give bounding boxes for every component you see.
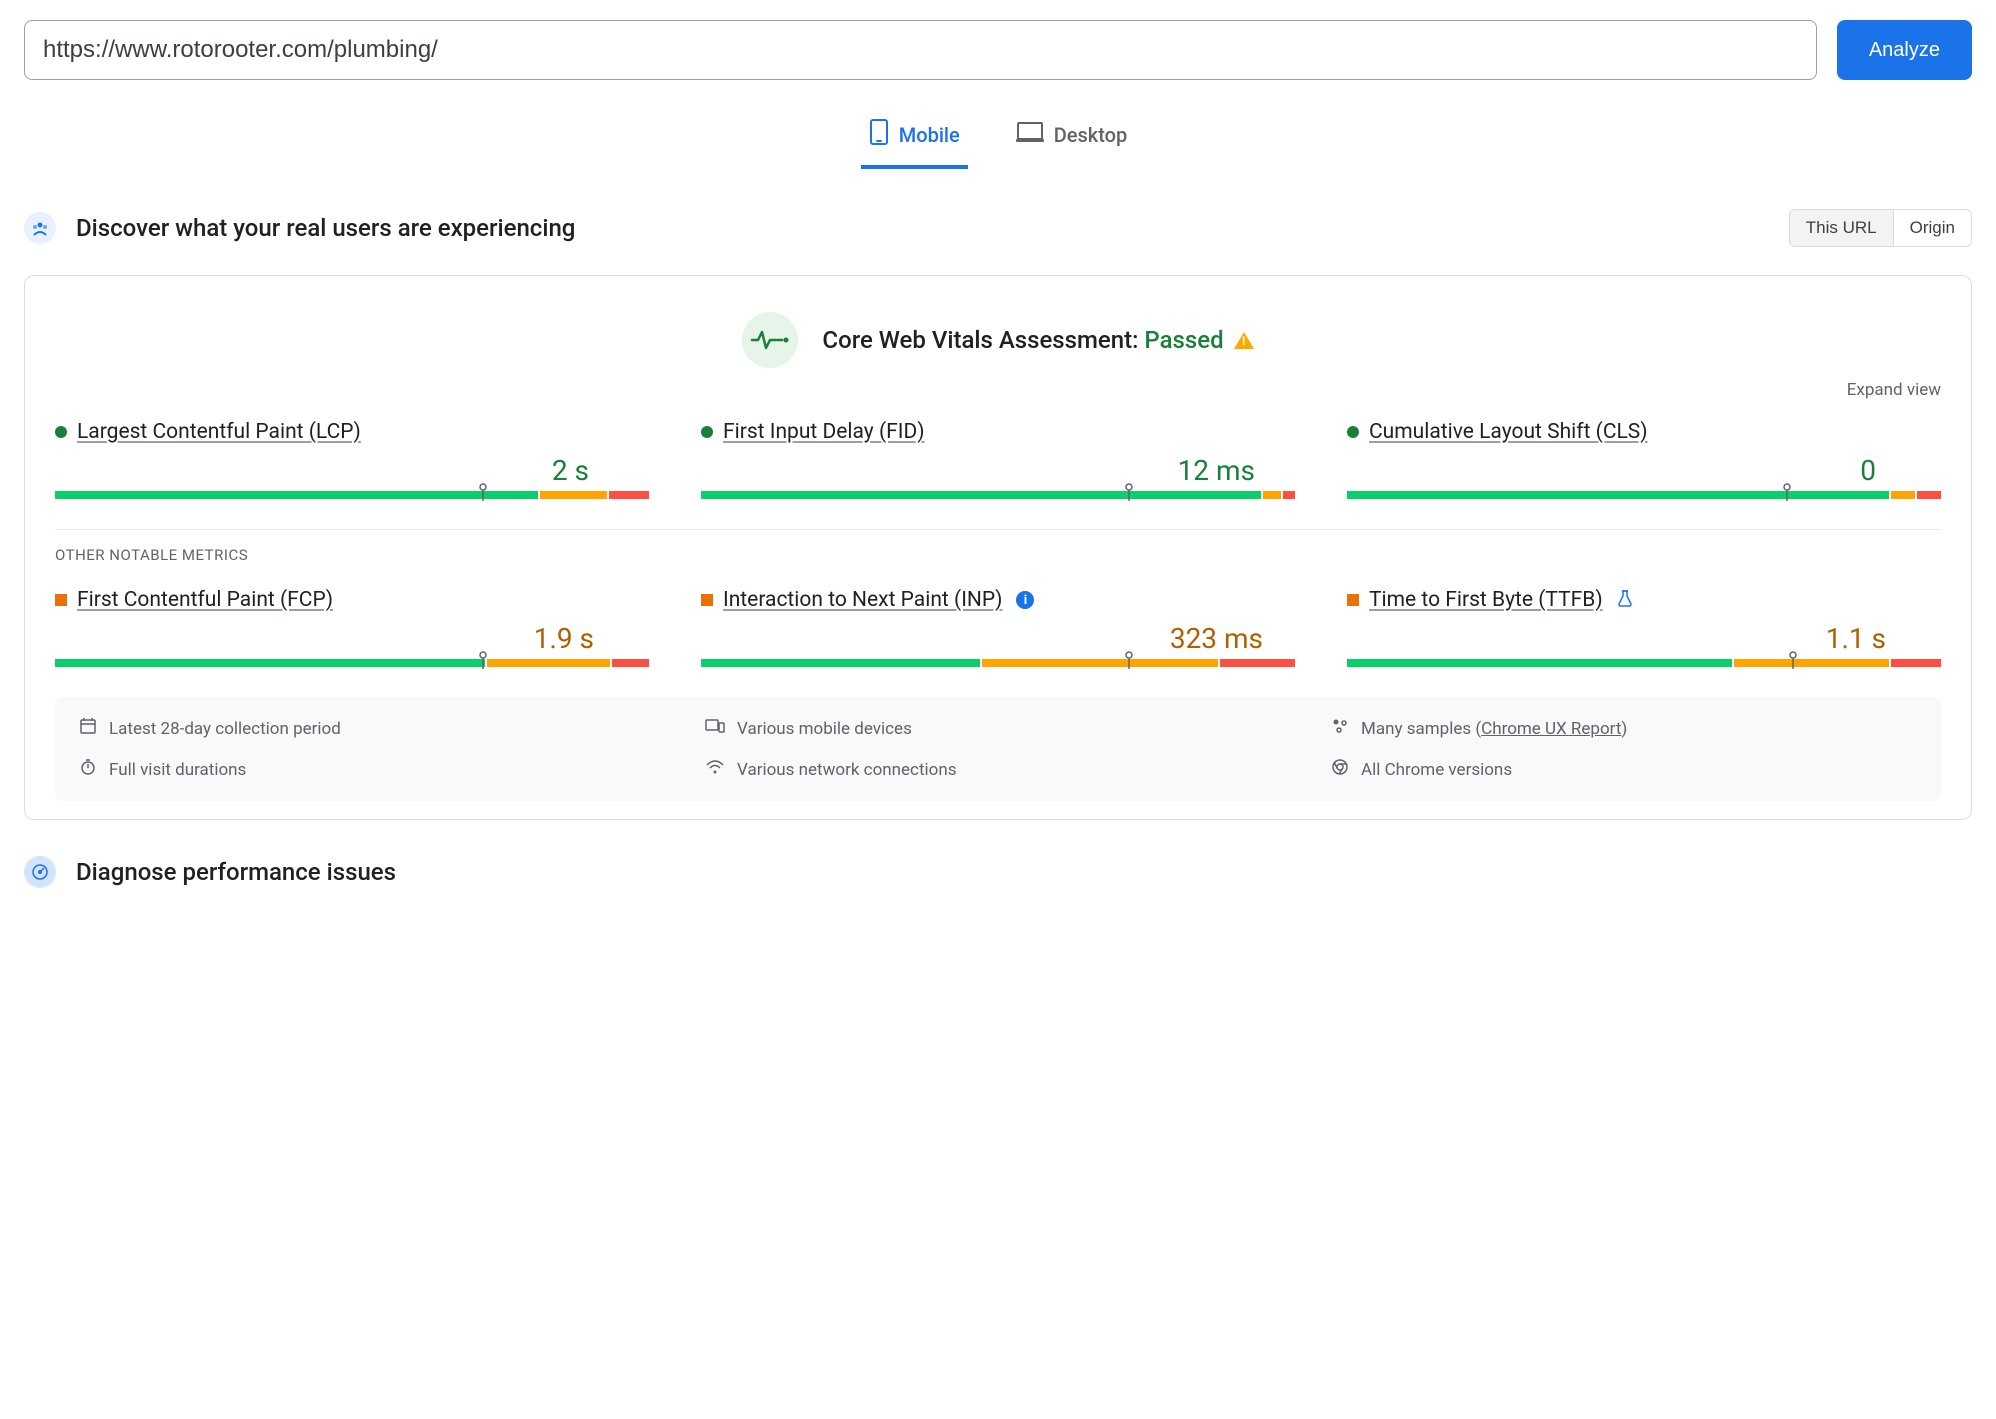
- info-devices: Various mobile devices: [705, 717, 1291, 740]
- metric-lcp-bar: [55, 491, 649, 499]
- collection-info: Latest 28-day collection period Various …: [55, 697, 1941, 801]
- cwv-title: Core Web Vitals Assessment: Passed: [822, 326, 1253, 354]
- metric-inp-bar: [701, 659, 1295, 667]
- status-square-ni: [701, 594, 713, 606]
- cwv-title-prefix: Core Web Vitals Assessment:: [822, 326, 1144, 354]
- flask-icon: [1617, 589, 1633, 611]
- metric-fcp-name[interactable]: First Contentful Paint (FCP): [77, 588, 333, 612]
- mobile-icon: [869, 118, 889, 151]
- info-samples-prefix: Many samples (: [1361, 719, 1481, 739]
- tab-mobile-label: Mobile: [899, 123, 960, 147]
- tab-desktop[interactable]: Desktop: [1008, 108, 1136, 169]
- metric-fcp-bar: [55, 659, 649, 667]
- metric-cls-name[interactable]: Cumulative Layout Shift (CLS): [1369, 420, 1648, 444]
- tab-desktop-label: Desktop: [1054, 123, 1128, 147]
- cwv-status: Passed: [1144, 326, 1223, 354]
- discover-title: Discover what your real users are experi…: [76, 214, 575, 242]
- metric-fid-name[interactable]: First Input Delay (FID): [723, 420, 925, 444]
- scope-origin[interactable]: Origin: [1894, 210, 1971, 246]
- metric-inp-value: 323 ms: [701, 622, 1295, 655]
- metric-ttfb-name[interactable]: Time to First Byte (TTFB): [1369, 588, 1603, 612]
- tab-mobile[interactable]: Mobile: [861, 108, 968, 169]
- scope-toggle: This URL Origin: [1789, 209, 1972, 247]
- metric-inp: Interaction to Next Paint (INP) i 323 ms: [701, 588, 1295, 667]
- search-bar: Analyze: [24, 20, 1972, 80]
- metric-cls-bar: [1347, 491, 1941, 499]
- url-input[interactable]: [24, 20, 1817, 80]
- samples-icon: [1331, 717, 1349, 740]
- device-tabs: Mobile Desktop: [24, 108, 1972, 169]
- metric-cls: Cumulative Layout Shift (CLS) 0: [1347, 420, 1941, 499]
- info-durations: Full visit durations: [79, 758, 665, 781]
- metric-cls-value: 0: [1347, 454, 1941, 487]
- warning-icon: [1234, 332, 1254, 349]
- status-dot-good: [55, 426, 67, 438]
- info-versions-text: All Chrome versions: [1361, 760, 1512, 780]
- metric-fid: First Input Delay (FID) 12 ms: [701, 420, 1295, 499]
- metric-lcp: Largest Contentful Paint (LCP) 2 s: [55, 420, 649, 499]
- divider: [55, 529, 1941, 530]
- status-square-ni: [55, 594, 67, 606]
- info-period-text: Latest 28-day collection period: [109, 719, 341, 739]
- info-devices-text: Various mobile devices: [737, 719, 912, 739]
- desktop-icon: [1016, 121, 1044, 148]
- expand-view-link[interactable]: Expand view: [1847, 380, 1941, 400]
- metric-fid-value: 12 ms: [701, 454, 1295, 487]
- other-metrics-label: OTHER NOTABLE METRICS: [43, 546, 1953, 588]
- info-icon[interactable]: i: [1016, 591, 1034, 609]
- info-network: Various network connections: [705, 758, 1291, 781]
- metric-ttfb-bar: [1347, 659, 1941, 667]
- scope-this-url[interactable]: This URL: [1790, 210, 1894, 246]
- metric-inp-name[interactable]: Interaction to Next Paint (INP): [723, 588, 1002, 612]
- chrome-icon: [1331, 758, 1349, 781]
- other-metrics: First Contentful Paint (FCP) 1.9 s Inter…: [43, 588, 1953, 667]
- cwv-card: Core Web Vitals Assessment: Passed Expan…: [24, 275, 1972, 820]
- metric-fcp-value: 1.9 s: [55, 622, 649, 655]
- status-square-ni: [1347, 594, 1359, 606]
- vitals-icon: [742, 312, 798, 368]
- discover-header: Discover what your real users are experi…: [24, 209, 1972, 247]
- metric-lcp-name[interactable]: Largest Contentful Paint (LCP): [77, 420, 361, 444]
- gauge-icon: [24, 856, 56, 888]
- info-durations-text: Full visit durations: [109, 760, 246, 780]
- calendar-icon: [79, 717, 97, 740]
- metric-fcp: First Contentful Paint (FCP) 1.9 s: [55, 588, 649, 667]
- devices-icon: [705, 718, 725, 739]
- users-icon: [24, 212, 56, 244]
- wifi-icon: [705, 759, 725, 780]
- diagnose-title: Diagnose performance issues: [76, 858, 396, 886]
- diagnose-header: Diagnose performance issues: [24, 856, 1972, 888]
- stopwatch-icon: [79, 758, 97, 781]
- info-period: Latest 28-day collection period: [79, 717, 665, 740]
- metric-ttfb-value: 1.1 s: [1347, 622, 1941, 655]
- info-samples-suffix: ): [1621, 719, 1627, 739]
- core-metrics: Largest Contentful Paint (LCP) 2 s First…: [43, 420, 1953, 499]
- crux-report-link[interactable]: Chrome UX Report: [1481, 719, 1621, 739]
- metric-ttfb: Time to First Byte (TTFB) 1.1 s: [1347, 588, 1941, 667]
- metric-lcp-value: 2 s: [55, 454, 649, 487]
- info-samples: Many samples (Chrome UX Report): [1331, 717, 1917, 740]
- metric-fid-bar: [701, 491, 1295, 499]
- info-network-text: Various network connections: [737, 760, 957, 780]
- info-versions: All Chrome versions: [1331, 758, 1917, 781]
- status-dot-good: [1347, 426, 1359, 438]
- status-dot-good: [701, 426, 713, 438]
- analyze-button[interactable]: Analyze: [1837, 20, 1972, 80]
- cwv-header: Core Web Vitals Assessment: Passed: [43, 312, 1953, 368]
